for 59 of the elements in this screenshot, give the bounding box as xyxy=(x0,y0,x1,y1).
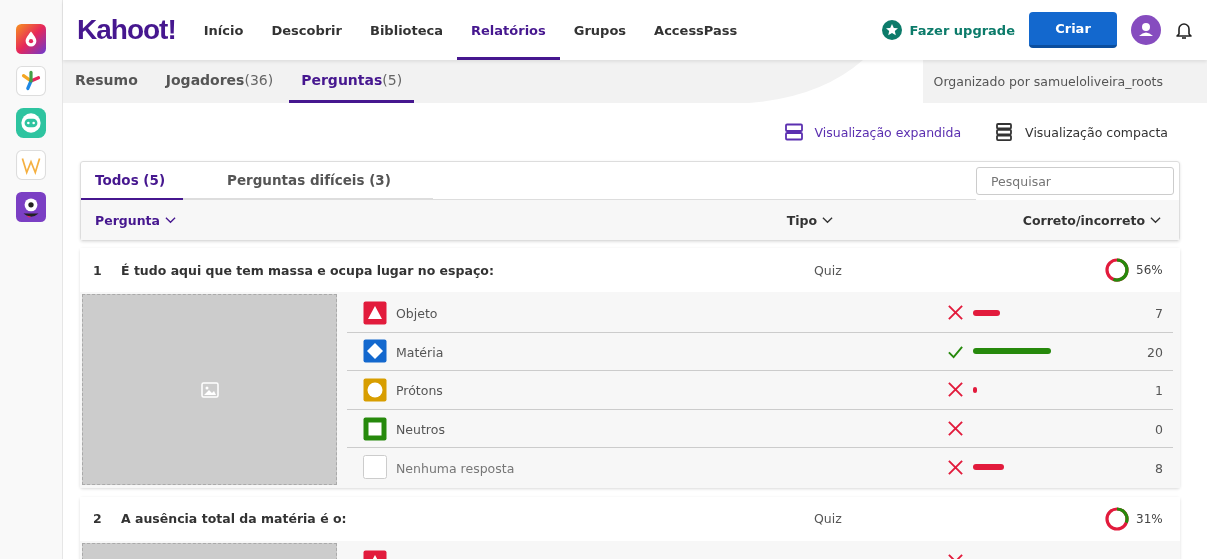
answer-text: Objeto xyxy=(396,306,438,322)
answer-text: Matéria xyxy=(396,344,444,360)
three-rows-icon xyxy=(995,123,1014,141)
answer-bar xyxy=(973,387,977,393)
donut-chart-icon xyxy=(1104,505,1130,532)
square-answer-icon xyxy=(363,416,387,441)
view-label: Visualização compacta xyxy=(1025,124,1168,140)
nav-link[interactable]: Grupos xyxy=(559,0,641,60)
image-icon xyxy=(199,379,220,400)
blank-square-icon xyxy=(363,455,387,480)
question-text: A ausência total da matéria é o: xyxy=(121,511,347,527)
two-rows-icon xyxy=(784,123,803,141)
search-field[interactable]: Pesquisar xyxy=(976,167,1174,195)
view-option[interactable]: Visualização expandida xyxy=(784,123,962,141)
create-button[interactable]: Criar xyxy=(1029,12,1117,48)
question-type: Quiz xyxy=(814,511,843,527)
circle-answer-icon xyxy=(363,378,387,402)
answer-count: 1 xyxy=(1155,383,1163,399)
kahoot-logo[interactable]: Kahoot! xyxy=(77,14,176,46)
answer-text: Nenhuma resposta xyxy=(396,460,515,476)
sparkle-app-icon[interactable] xyxy=(16,66,46,96)
star-badge-icon xyxy=(881,20,902,40)
percent-correct: 31% xyxy=(1136,511,1164,526)
view-label: Visualização expandida xyxy=(814,124,962,140)
answer-bar xyxy=(973,309,1001,316)
organizer-text: Organizado por samueloliveira_roots xyxy=(933,74,1163,89)
report-tab[interactable]: Jogadores(36) xyxy=(153,60,286,103)
column-header[interactable]: Tipo xyxy=(786,212,1023,228)
view-option[interactable]: Visualização compacta xyxy=(995,123,1168,141)
nav-link[interactable]: Biblioteca xyxy=(356,0,458,60)
diamond-answer-icon xyxy=(363,339,387,364)
chevron-down-icon xyxy=(164,216,176,224)
column-header[interactable]: Pergunta xyxy=(81,212,176,228)
percent-correct: 56% xyxy=(1136,263,1164,277)
answer-count: 0 xyxy=(1155,422,1163,438)
donut-chart-icon xyxy=(1104,257,1130,283)
answer-count: 20 xyxy=(1147,344,1163,360)
question-number: 2 xyxy=(92,511,103,527)
avatar-icon[interactable] xyxy=(1131,15,1161,45)
question-number: 1 xyxy=(92,262,103,278)
answer-text: Prótons xyxy=(396,383,443,399)
triangle-answer-icon xyxy=(363,300,387,325)
nav-link[interactable]: Início xyxy=(189,0,258,60)
drop-app-icon[interactable] xyxy=(16,24,46,54)
column-header[interactable]: Correto/incorreto xyxy=(1022,212,1179,228)
chevron-down-icon xyxy=(822,216,834,224)
nav-link[interactable]: AccessPass xyxy=(640,0,752,60)
question-type: Quiz xyxy=(814,262,843,278)
bell-icon[interactable] xyxy=(1175,20,1193,40)
answer-count: 8 xyxy=(1155,460,1163,476)
monster-app-icon[interactable] xyxy=(16,192,46,222)
answer-count: 7 xyxy=(1155,306,1163,322)
report-tab[interactable]: Resumo xyxy=(63,60,150,103)
upgrade-link[interactable]: Fazer upgrade xyxy=(909,22,1015,38)
nav-link[interactable]: Descobrir xyxy=(257,0,356,60)
answer-text: Neutros xyxy=(396,422,445,438)
chevron-down-icon xyxy=(1150,216,1161,224)
answer-bar xyxy=(973,464,1005,471)
question-text: É tudo aqui que tem massa e ocupa lugar no espaço: xyxy=(121,262,494,278)
